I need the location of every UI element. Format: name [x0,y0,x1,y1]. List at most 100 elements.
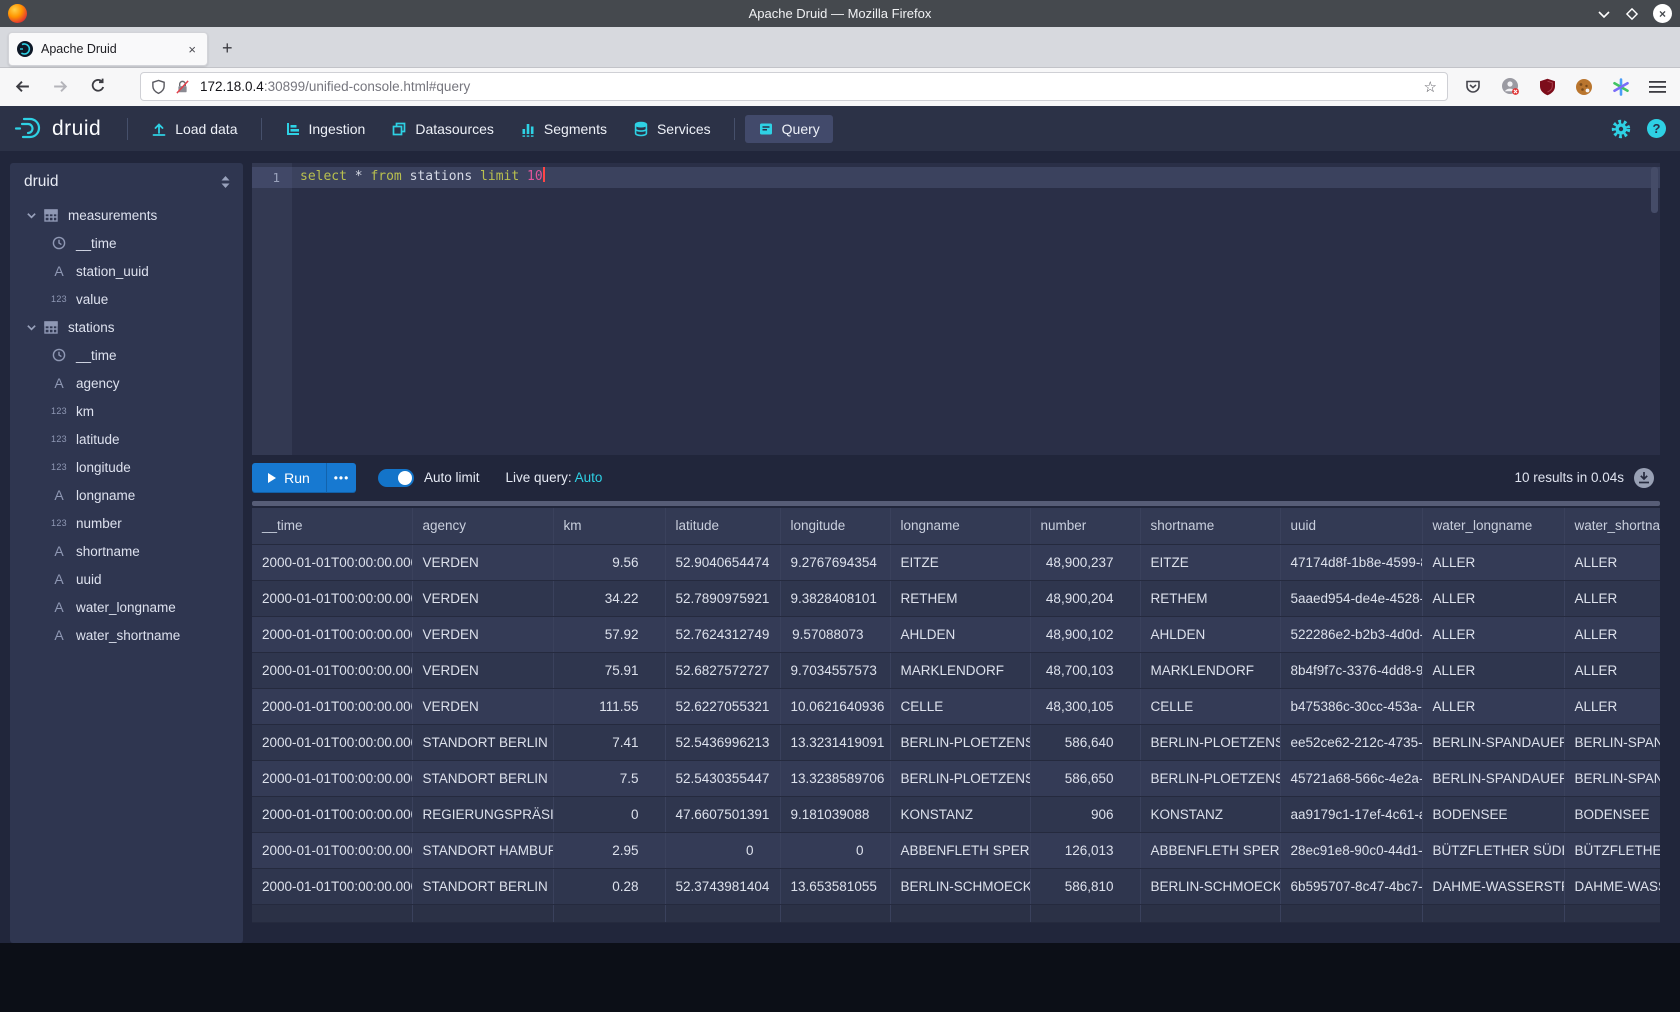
sql-editor[interactable]: 1 select * from stations limit 10 [252,163,1660,455]
cell[interactable]: 0 [553,796,665,832]
cell[interactable]: BERLIN-PLOETZENSEE O [890,724,1030,760]
cell[interactable]: ABBENFLETH SPERRWERK [890,832,1030,868]
cell[interactable]: 48,700,103 [1030,652,1140,688]
cell[interactable]: CELLE [1140,688,1280,724]
tree-item-__time[interactable]: A 123 __time [10,341,243,369]
nav-segments[interactable]: Segments [507,115,620,143]
cell[interactable]: MARKLENDORF [890,652,1030,688]
tree-item-value[interactable]: A 123 value [10,285,243,313]
cell[interactable]: 10.0621640936 [780,688,890,724]
cell[interactable]: ALLER [1564,616,1660,652]
cell[interactable]: 522286e2-b2b3-4d0d-9a [1280,616,1422,652]
cell[interactable]: ABBENFLETH SPERRWERK [1140,832,1280,868]
cell[interactable]: 9.181039088 [780,796,890,832]
cell[interactable]: DAHME-WASSERSTRASSE [1564,868,1660,904]
auto-limit-toggle[interactable] [378,469,414,487]
column-header-longitude[interactable]: longitude [780,508,890,544]
cell[interactable]: VERDEN [412,544,553,580]
pane-resize-handle[interactable] [252,501,1660,506]
cell[interactable]: 48,300,105 [1030,688,1140,724]
live-query-value[interactable]: Auto [575,470,603,485]
download-icon[interactable] [1634,468,1654,488]
tree-item-water_shortname[interactable]: A 123 water_shortname [10,621,243,649]
column-header-longname[interactable]: longname [890,508,1030,544]
tree-item-station_uuid[interactable]: A 123 station_uuid [10,257,243,285]
cell[interactable]: STANDORT BERLIN [412,868,553,904]
gear-icon[interactable] [1611,119,1631,139]
cell[interactable]: VERDEN [412,616,553,652]
cell[interactable]: 52.5430355447 [665,760,780,796]
cell[interactable]: ALLER [1422,580,1564,616]
cell[interactable]: 52.9040654474 [665,544,780,580]
cell[interactable]: BERLIN-SPANDAUER-SC [1422,724,1564,760]
cell[interactable]: BERLIN-SPANDAUER-SC [1564,724,1660,760]
cell[interactable]: 2000-01-01T00:00:00.000Z [252,724,412,760]
cell[interactable]: 2000-01-01T00:00:00.000Z [252,760,412,796]
cell[interactable]: ALLER [1422,652,1564,688]
cell[interactable]: 13.3238589706 [780,760,890,796]
extension-asterisk-icon[interactable] [1612,78,1630,96]
cell[interactable]: BERLIN-SPANDAUER-SC [1564,760,1660,796]
cell[interactable]: 111.55 [553,688,665,724]
column-header-water_longname[interactable]: water_longname [1422,508,1564,544]
cell[interactable]: RETHEM [890,580,1030,616]
nav-datasources[interactable]: Datasources [378,115,507,143]
cell[interactable]: ALLER [1564,544,1660,580]
cell[interactable]: 52.7890975921 [665,580,780,616]
cell[interactable]: BODENSEE [1422,796,1564,832]
sort-icon[interactable] [220,175,231,189]
cell[interactable]: 2000-01-01T00:00:00.000Z [252,544,412,580]
cell[interactable]: 57.92 [553,616,665,652]
url-bar[interactable]: 172.18.0.4:30899/unified-console.html#qu… [140,72,1448,101]
cell[interactable]: KONSTANZ [890,796,1030,832]
cell[interactable]: 2000-01-01T00:00:00.000Z [252,688,412,724]
tree-item-number[interactable]: A 123 number [10,509,243,537]
cell[interactable]: 7.41 [553,724,665,760]
browser-tab[interactable]: Apache Druid × [8,32,208,66]
cell[interactable]: BERLIN-SCHMOECKWITZ [1140,868,1280,904]
cell[interactable]: EITZE [890,544,1030,580]
cell[interactable]: 52.3743981404 [665,868,780,904]
cell[interactable]: 45721a68-566c-4e2a-a6 [1280,760,1422,796]
cell[interactable]: 9.7034557573 [780,652,890,688]
pocket-icon[interactable] [1464,78,1482,96]
tree-item-km[interactable]: A 123 km [10,397,243,425]
nav-load-data[interactable]: Load data [138,115,250,143]
cell[interactable]: ALLER [1564,580,1660,616]
cell[interactable]: 47.6607501391 [665,796,780,832]
reload-icon[interactable] [90,78,106,94]
cell[interactable]: 9.3828408101 [780,580,890,616]
cell[interactable]: 586,810 [1030,868,1140,904]
tree-item-water_longname[interactable]: A 123 water_longname [10,593,243,621]
tree-item-shortname[interactable]: A 123 shortname [10,537,243,565]
cell[interactable]: BERLIN-SCHMOECKWITZ [890,868,1030,904]
cell[interactable]: 9.57088073 [780,616,890,652]
cell[interactable]: 48,900,204 [1030,580,1140,616]
cell[interactable]: 34.22 [553,580,665,616]
cell[interactable]: 9.2767694354 [780,544,890,580]
maximize-icon[interactable] [1625,7,1639,21]
column-header-agency[interactable]: agency [412,508,553,544]
schema-selector[interactable]: druid [24,173,58,191]
cell[interactable]: ALLER [1564,688,1660,724]
ublock-shield-icon[interactable] [1539,78,1556,96]
forward-icon[interactable] [52,78,69,95]
tree-item-agency[interactable]: A 123 agency [10,369,243,397]
cell[interactable]: STANDORT HAMBURG [412,832,553,868]
nav-ingestion[interactable]: Ingestion [272,115,379,143]
cell[interactable]: 2000-01-01T00:00:00.000Z [252,580,412,616]
cell[interactable]: 126,013 [1030,832,1140,868]
cell[interactable]: aa9179c1-17ef-4c61-a48 [1280,796,1422,832]
tree-item-measurements[interactable]: A 123 measurements [10,201,243,229]
lock-insecure-icon[interactable] [175,79,190,95]
cell[interactable]: 0.28 [553,868,665,904]
cell[interactable]: 13.3231419091 [780,724,890,760]
back-icon[interactable] [14,78,31,95]
cell[interactable]: BERLIN-SPANDAUER-SC [1422,760,1564,796]
bookmark-star-icon[interactable]: ☆ [1424,78,1437,96]
tab-close-icon[interactable]: × [185,42,199,57]
cell[interactable]: AHLDEN [1140,616,1280,652]
tree-item-stations[interactable]: A 123 stations [10,313,243,341]
nav-services[interactable]: Services [620,115,724,143]
cell[interactable]: VERDEN [412,688,553,724]
